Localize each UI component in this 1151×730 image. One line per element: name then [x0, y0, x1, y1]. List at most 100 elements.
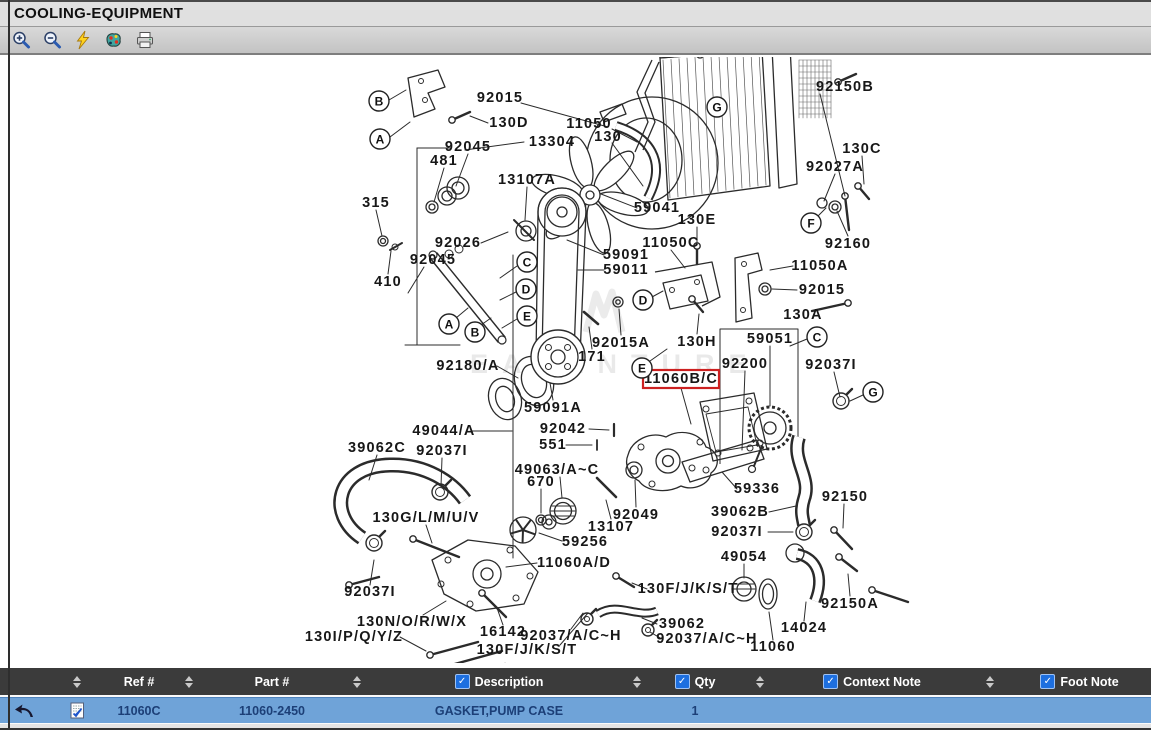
- part-label[interactable]: 92015: [799, 282, 845, 298]
- part-label[interactable]: 39062C: [348, 440, 406, 456]
- part-label[interactable]: 13107: [588, 519, 634, 535]
- part-label[interactable]: 59091: [603, 247, 649, 263]
- callout-D[interactable]: D: [633, 290, 653, 310]
- part-label[interactable]: 11060A/D: [537, 555, 611, 571]
- part-label[interactable]: 130: [594, 129, 622, 145]
- column-header-context[interactable]: ✓Context Note: [782, 674, 962, 689]
- part-label[interactable]: 92037I: [805, 357, 857, 373]
- part-label[interactable]: 92045: [410, 252, 456, 268]
- part-label[interactable]: 92150: [822, 489, 868, 505]
- svg-text:F: F: [807, 217, 814, 231]
- part-label[interactable]: 92160: [825, 236, 871, 252]
- part-label[interactable]: 13107A: [498, 172, 556, 188]
- part-label[interactable]: 59336: [734, 481, 780, 497]
- part-label[interactable]: 59091A: [524, 400, 582, 416]
- column-checkbox-qty[interactable]: ✓: [675, 674, 690, 689]
- column-header-qty[interactable]: ✓Qty: [652, 674, 738, 689]
- part-label[interactable]: 130F/J/K/S/T: [477, 642, 578, 658]
- part-label[interactable]: 49044/A: [412, 423, 475, 439]
- part-label[interactable]: 130F/J/K/S/T: [638, 581, 739, 597]
- sort-arrows[interactable]: [48, 676, 106, 688]
- edit-note-icon[interactable]: [48, 702, 106, 719]
- callout-G[interactable]: G: [863, 382, 883, 402]
- hotspots-icon[interactable]: [103, 29, 125, 51]
- sort-arrows[interactable]: [622, 676, 652, 688]
- part-label[interactable]: 130I/P/Q/Y/Z: [305, 629, 403, 645]
- part-label[interactable]: 59256: [562, 534, 608, 550]
- column-label: Part #: [255, 675, 290, 689]
- part-label[interactable]: 49054: [721, 549, 767, 565]
- column-header-ref[interactable]: Ref #: [106, 675, 172, 689]
- callout-A[interactable]: A: [370, 129, 390, 149]
- part-label[interactable]: 92150A: [821, 596, 879, 612]
- svg-text:B: B: [471, 326, 480, 340]
- part-label[interactable]: 130A: [783, 307, 822, 323]
- part-label[interactable]: 92180/A: [436, 358, 499, 374]
- part-label[interactable]: 551: [539, 437, 567, 453]
- part-label[interactable]: 130G/L/M/U/V: [372, 510, 479, 526]
- callout-C[interactable]: C: [807, 327, 827, 347]
- part-label[interactable]: 92027A: [806, 159, 864, 175]
- part-label[interactable]: 171: [578, 349, 606, 365]
- sort-arrows[interactable]: [738, 676, 782, 688]
- part-label[interactable]: 16142: [480, 624, 526, 640]
- column-checkbox-foot[interactable]: ✓: [1040, 674, 1055, 689]
- column-checkbox-context[interactable]: ✓: [823, 674, 838, 689]
- part-label[interactable]: 92200: [722, 356, 768, 372]
- part-label[interactable]: 11050C: [642, 235, 699, 251]
- part-label[interactable]: 59011: [603, 262, 649, 278]
- sort-arrows[interactable]: [172, 676, 206, 688]
- part-label[interactable]: 670: [527, 474, 555, 490]
- part-label[interactable]: 315: [362, 195, 390, 211]
- part-label[interactable]: 92015: [477, 90, 523, 106]
- sort-arrows[interactable]: [962, 676, 1018, 688]
- table-header-row: Ref # Part # ✓Description ✓Qty ✓Context Note…: [0, 668, 1151, 695]
- sort-arrows[interactable]: [338, 676, 376, 688]
- part-label[interactable]: 11060: [750, 639, 796, 655]
- part-label[interactable]: 13304: [529, 134, 575, 150]
- callout-B[interactable]: B: [369, 91, 389, 111]
- part-label[interactable]: 14024: [781, 620, 827, 636]
- zoom-in-icon[interactable]: [10, 29, 32, 51]
- callout-B[interactable]: B: [465, 322, 485, 342]
- part-label[interactable]: 39062: [659, 616, 705, 632]
- column-label: Ref #: [124, 675, 155, 689]
- print-icon[interactable]: [134, 29, 156, 51]
- part-label[interactable]: 39062B: [711, 504, 769, 520]
- flash-icon[interactable]: [72, 29, 94, 51]
- part-label[interactable]: 130C: [842, 141, 881, 157]
- callout-A[interactable]: A: [439, 314, 459, 334]
- callout-G[interactable]: G: [707, 97, 727, 117]
- svg-text:E: E: [638, 362, 646, 376]
- part-label[interactable]: 130H: [677, 334, 716, 350]
- part-label[interactable]: 92150B: [816, 79, 874, 95]
- part-label[interactable]: 92042: [540, 421, 586, 437]
- part-label[interactable]: 11050A: [791, 258, 848, 274]
- part-label[interactable]: 130E: [678, 212, 717, 228]
- callout-E[interactable]: E: [517, 306, 537, 326]
- zoom-out-icon[interactable]: [41, 29, 63, 51]
- part-label[interactable]: 92026: [435, 235, 481, 251]
- column-header-part[interactable]: Part #: [206, 675, 338, 689]
- part-label[interactable]: 410: [374, 274, 402, 290]
- column-header-desc[interactable]: ✓Description: [376, 674, 622, 689]
- callout-C[interactable]: C: [517, 252, 537, 272]
- part-label[interactable]: 92037I: [416, 443, 468, 459]
- callout-F[interactable]: F: [801, 213, 821, 233]
- part-label[interactable]: 481: [430, 153, 458, 169]
- highlighted-part-label[interactable]: 11060B/C: [644, 371, 718, 387]
- column-header-foot[interactable]: ✓Foot Note: [1018, 674, 1141, 689]
- callout-E[interactable]: E: [632, 358, 652, 378]
- svg-text:G: G: [868, 386, 877, 400]
- part-label[interactable]: 59041: [634, 200, 680, 216]
- part-label[interactable]: 130D: [489, 115, 528, 131]
- part-label[interactable]: 92037I: [711, 524, 763, 540]
- part-label[interactable]: 59051: [747, 331, 793, 347]
- part-label[interactable]: 92037I: [344, 584, 396, 600]
- column-checkbox-desc[interactable]: ✓: [455, 674, 470, 689]
- callout-D[interactable]: D: [516, 279, 536, 299]
- part-label[interactable]: 130N/O/R/W/X: [357, 614, 467, 630]
- part-label[interactable]: 92015A: [592, 335, 650, 351]
- part-label[interactable]: 92037/A/C~H: [656, 631, 757, 647]
- table-row[interactable]: 11060C11060-2450GASKET,PUMP CASE1: [0, 697, 1151, 723]
